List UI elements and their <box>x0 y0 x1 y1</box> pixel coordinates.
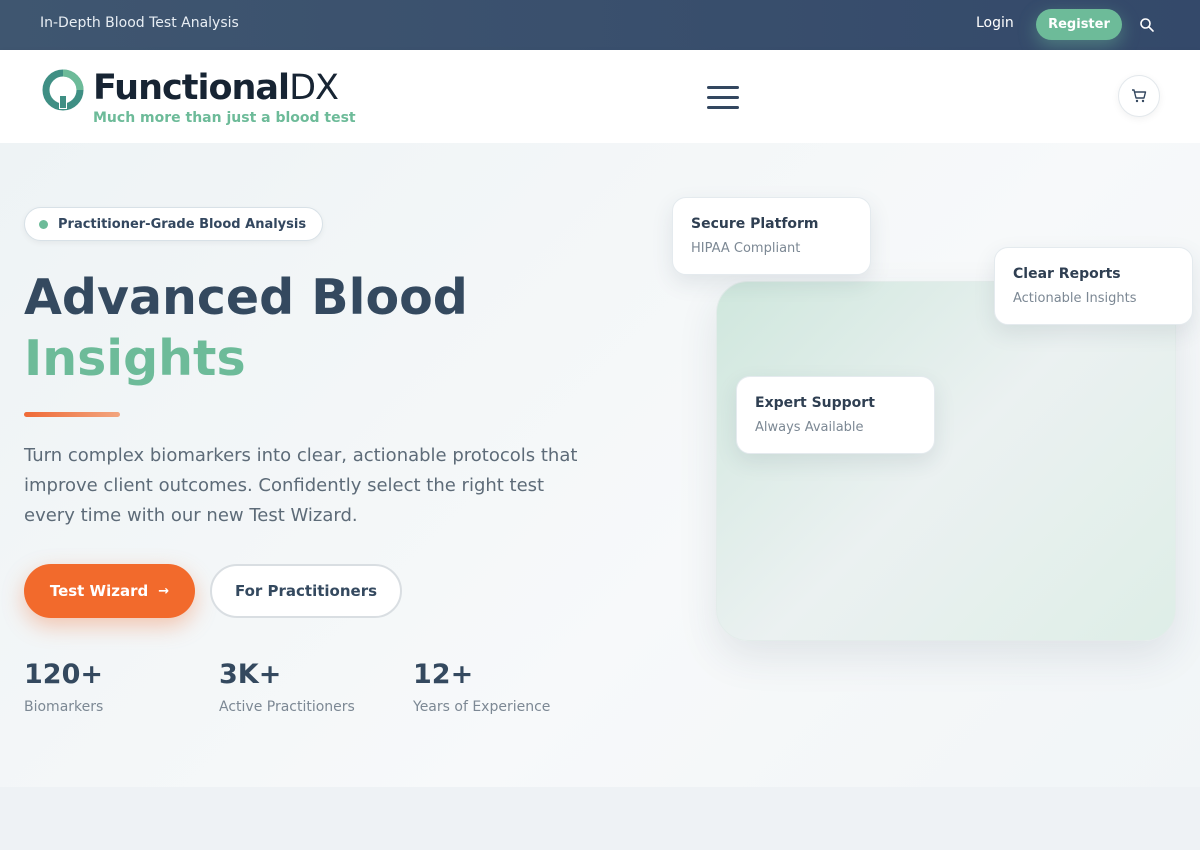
register-button[interactable]: Register <box>1036 9 1122 40</box>
site-header: FunctionalDX Much more than just a blood… <box>0 50 1200 143</box>
logo-tagline: Much more than just a blood test <box>93 110 356 126</box>
card-title: Secure Platform <box>691 216 819 232</box>
stat-number: 12+ <box>413 659 474 690</box>
card-title: Expert Support <box>755 395 875 411</box>
test-wizard-button[interactable]: Test Wizard → <box>24 564 195 618</box>
stat-biomarkers: 120+ Biomarkers <box>24 657 103 715</box>
logo-wordmark[interactable]: FunctionalDX <box>93 68 339 108</box>
hero-title-line2: Insights <box>24 330 246 387</box>
logo-mark-icon[interactable] <box>42 69 84 111</box>
hero-badge: Practitioner-Grade Blood Analysis <box>24 207 324 241</box>
cart-icon <box>1132 89 1147 103</box>
hero-lead-text: Turn complex biomarkers into clear, acti… <box>24 445 578 526</box>
login-link[interactable]: Login <box>976 15 1014 31</box>
hero-badge-text: Practitioner-Grade Blood Analysis <box>58 216 307 232</box>
stat-number: 3K+ <box>219 659 282 690</box>
card-subtitle: Always Available <box>755 420 864 435</box>
feature-card-reports: Clear Reports Actionable Insights <box>994 247 1193 325</box>
test-wizard-label: Test Wizard <box>49 582 149 600</box>
hero-section: Practitioner-Grade Blood Analysis Advanc… <box>0 143 1200 787</box>
stat-label: Active Practitioners <box>219 699 355 715</box>
stat-experience: 12+ Years of Experience <box>413 657 550 715</box>
for-practitioners-button[interactable]: For Practitioners <box>210 564 402 618</box>
badge-dot-icon <box>39 219 48 229</box>
feature-card-secure: Secure Platform HIPAA Compliant <box>672 197 871 275</box>
top-bar-tagline: In-Depth Blood Test Analysis <box>40 15 239 31</box>
card-subtitle: Actionable Insights <box>1013 291 1137 306</box>
logo-main-text: Functional <box>93 68 290 108</box>
stat-label: Biomarkers <box>24 699 104 715</box>
feature-card-support: Expert Support Always Available <box>736 376 935 454</box>
card-subtitle: HIPAA Compliant <box>691 241 801 256</box>
logo-dx-text: DX <box>289 68 339 108</box>
cart-button[interactable] <box>1118 75 1160 117</box>
search-icon[interactable] <box>1139 17 1155 33</box>
hero-visual-panel <box>716 281 1176 641</box>
stat-practitioners: 3K+ Active Practitioners <box>219 657 355 715</box>
arrow-right-icon: → <box>158 583 170 599</box>
card-title: Clear Reports <box>1013 266 1121 282</box>
accent-divider <box>24 412 120 417</box>
stat-label: Years of Experience <box>413 699 551 715</box>
top-bar: In-Depth Blood Test Analysis Login Regis… <box>0 0 1200 50</box>
next-section-band <box>0 787 1200 850</box>
hamburger-menu-icon[interactable] <box>707 86 739 109</box>
stat-number: 120+ <box>24 659 103 690</box>
hero-title-line1: Advanced Blood <box>24 269 468 326</box>
